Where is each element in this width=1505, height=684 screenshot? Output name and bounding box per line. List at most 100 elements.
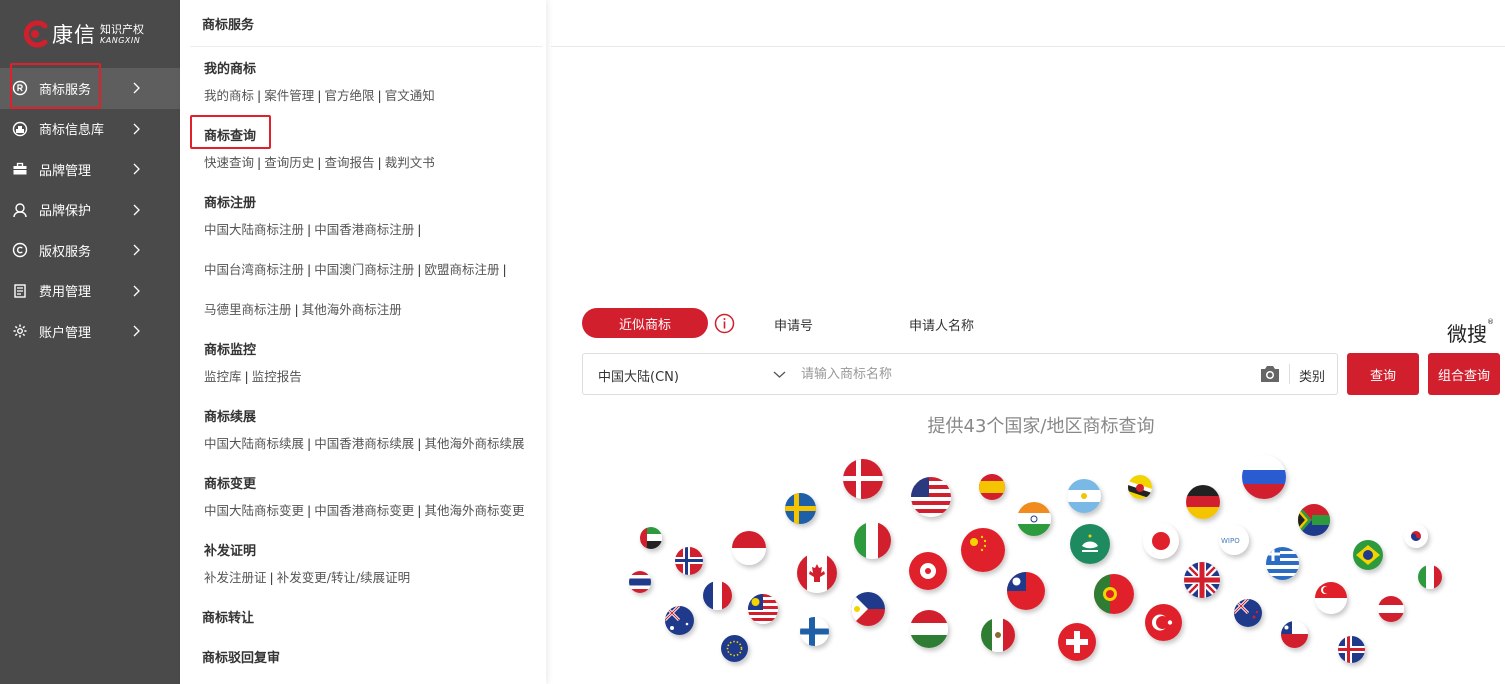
database-icon (11, 120, 28, 137)
link-official-deadlines[interactable]: 官方绝限 (324, 88, 374, 103)
italy-flag-icon (854, 522, 891, 559)
link-query-history[interactable]: 查询历史 (264, 155, 314, 170)
tab-application-number[interactable]: 申请号 (774, 315, 813, 334)
logo-sub-en: KANGXIN (100, 35, 141, 45)
section-heading-trademark-transfer[interactable]: 商标转让 (202, 607, 254, 626)
sidebar-item-brand-protection[interactable]: 品牌保护 (0, 190, 180, 231)
user-shield-icon (11, 201, 28, 218)
receipt-icon (11, 282, 28, 299)
section-heading-trademark-query[interactable]: 商标查询 (204, 125, 256, 144)
tab-applicant-name[interactable]: 申请人名称 (909, 315, 974, 334)
sidebar-item-trademark-database[interactable]: 商标信息库 (0, 109, 180, 150)
sidebar-item-label: 品牌管理 (39, 163, 92, 179)
chevron-right-icon (133, 325, 140, 337)
brunei-flag-icon (1128, 475, 1152, 499)
link-my-trademarks[interactable]: 我的商标 (204, 88, 254, 103)
section-heading-trademark-change[interactable]: 商标变更 (204, 473, 256, 492)
svg-text:WIPO: WIPO (1221, 537, 1240, 545)
link-judgments[interactable]: 裁判文书 (385, 155, 435, 170)
south-korea-flag-icon (1404, 524, 1428, 548)
canada-flag-icon (797, 553, 837, 593)
section-links-registration-row2: 中国台湾商标注册 | 中国澳门商标注册 | 欧盟商标注册 | (204, 259, 510, 278)
section-heading-trademark-monitoring[interactable]: 商标监控 (204, 339, 256, 358)
link-cn-mainland-change[interactable]: 中国大陆商标变更 (204, 503, 304, 518)
tab-similar-trademark[interactable]: 近似商标 (582, 308, 708, 338)
greece-flag-icon (1266, 547, 1299, 580)
briefcase-icon (11, 161, 28, 178)
section-heading-rejection-review[interactable]: 商标驳回复审 (202, 647, 280, 666)
russia-flag-icon (1242, 455, 1286, 499)
section-links-registration-row3: 马德里商标注册 | 其他海外商标注册 (204, 299, 402, 318)
sidebar-item-copyright-service[interactable]: 版权服务 (0, 230, 180, 271)
chile-flag-icon (1281, 621, 1308, 648)
link-query-report[interactable]: 查询报告 (324, 155, 374, 170)
separator: | (307, 262, 312, 277)
link-official-notices[interactable]: 官文通知 (385, 88, 435, 103)
china-flag-icon (961, 528, 1005, 572)
link-cn-hk-change[interactable]: 中国香港商标变更 (314, 503, 414, 518)
link-reissue-change-cert[interactable]: 补发变更/转让/续展证明 (277, 570, 410, 585)
singapore-flag-icon (1315, 582, 1347, 614)
section-heading-trademark-registration[interactable]: 商标注册 (204, 192, 256, 211)
logo[interactable]: 康信 知识产权 KANGXIN (20, 18, 144, 50)
registered-icon (11, 80, 28, 97)
portugal-flag-icon (1094, 574, 1134, 614)
section-heading-reissue-certificate[interactable]: 补发证明 (204, 540, 256, 559)
indonesia-flag-icon (732, 531, 766, 565)
sidebar-nav: 商标服务 商标信息库 品牌管理 品牌保护 版权服务 费用管理 账户管理 (0, 68, 180, 352)
info-icon[interactable] (714, 313, 735, 334)
link-eu-registration[interactable]: 欧盟商标注册 (424, 262, 499, 277)
category-button[interactable]: 类别 (1299, 366, 1325, 385)
camera-icon[interactable] (1259, 364, 1281, 384)
separator: | (317, 88, 322, 103)
section-links-monitoring: 监控库 | 监控报告 (204, 366, 302, 385)
link-cn-mainland-registration[interactable]: 中国大陆商标注册 (204, 222, 304, 237)
sidebar-item-label: 账户管理 (39, 325, 92, 341)
brand-weisou: 微搜® (1447, 318, 1494, 347)
divider (190, 46, 542, 47)
countries-headline: 提供43个国家/地区商标查询 (927, 416, 1155, 437)
link-cn-mainland-renewal[interactable]: 中国大陆商标续展 (204, 436, 304, 451)
section-links-change: 中国大陆商标变更 | 中国香港商标变更 | 其他海外商标变更 (204, 500, 524, 519)
sidebar-item-account-management[interactable]: 账户管理 (0, 311, 180, 352)
query-button[interactable]: 查询 (1347, 353, 1419, 395)
south-africa-flag-icon (1298, 504, 1330, 536)
sidebar-item-label: 品牌保护 (39, 204, 92, 220)
link-case-management[interactable]: 案件管理 (264, 88, 314, 103)
japan-flag-icon (1143, 523, 1179, 559)
link-overseas-registration[interactable]: 其他海外商标注册 (302, 302, 402, 317)
sidebar-item-label: 商标服务 (39, 82, 92, 98)
link-monitoring-library[interactable]: 监控库 (204, 369, 242, 384)
france-flag-icon (703, 581, 732, 610)
link-cn-hk-renewal[interactable]: 中国香港商标续展 (314, 436, 414, 451)
separator: | (502, 262, 507, 277)
link-quick-query[interactable]: 快速查询 (204, 155, 254, 170)
link-reissue-registration-cert[interactable]: 补发注册证 (204, 570, 267, 585)
sidebar-item-trademark-service[interactable]: 商标服务 (0, 68, 180, 109)
link-cn-mo-registration[interactable]: 中国澳门商标注册 (314, 262, 414, 277)
separator: | (244, 369, 249, 384)
search-input[interactable] (801, 362, 1241, 386)
link-overseas-change[interactable]: 其他海外商标变更 (424, 503, 524, 518)
new-zealand-flag-icon (1234, 599, 1262, 627)
chevron-down-icon[interactable] (773, 368, 786, 381)
region-select[interactable]: 中国大陆(CN) (598, 366, 679, 385)
separator: | (269, 570, 274, 585)
separator: | (377, 155, 382, 170)
sidebar-item-brand-management[interactable]: 品牌管理 (0, 149, 180, 190)
wipo-logo-icon: WIPO (1219, 525, 1249, 555)
argentina-flag-icon (1067, 479, 1101, 513)
section-heading-trademark-renewal[interactable]: 商标续展 (204, 406, 256, 425)
india-flag-icon (1017, 502, 1051, 536)
combo-query-button[interactable]: 组合查询 (1428, 353, 1500, 395)
link-madrid-registration[interactable]: 马德里商标注册 (204, 302, 292, 317)
link-monitoring-report[interactable]: 监控报告 (252, 369, 302, 384)
sidebar-item-fee-management[interactable]: 费用管理 (0, 271, 180, 312)
sweden-flag-icon (785, 493, 816, 524)
section-links-reissue: 补发注册证 | 补发变更/转让/续展证明 (204, 567, 410, 586)
section-heading-my-trademarks[interactable]: 我的商标 (204, 58, 256, 77)
link-cn-tw-registration[interactable]: 中国台湾商标注册 (204, 262, 304, 277)
link-overseas-renewal[interactable]: 其他海外商标续展 (424, 436, 524, 451)
link-cn-hk-registration[interactable]: 中国香港商标注册 (314, 222, 414, 237)
gear-icon (11, 323, 28, 340)
